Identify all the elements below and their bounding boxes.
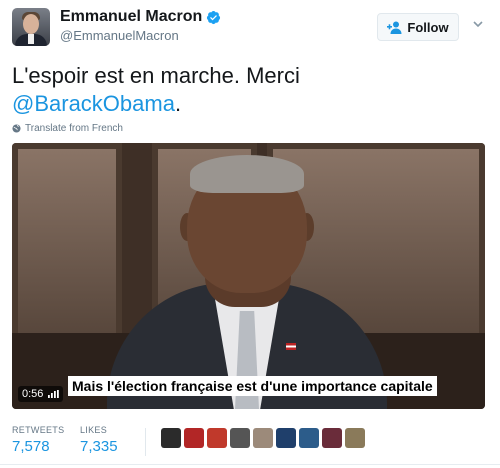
liker-avatar[interactable] (230, 428, 250, 448)
retweets-label: RETWEETS (12, 425, 65, 435)
tweet-text-end: . (174, 91, 182, 116)
stats-divider (145, 428, 146, 456)
liker-avatar[interactable] (184, 428, 204, 448)
follow-button-label: Follow (407, 19, 449, 35)
tweet-text-line: L'espoir est en marche. Merci (12, 63, 300, 88)
mention-link[interactable]: @BarackObama (12, 91, 175, 116)
chevron-down-icon[interactable] (472, 18, 484, 30)
add-user-icon (387, 21, 402, 34)
liker-avatar[interactable] (253, 428, 273, 448)
likes-label: LIKES (80, 425, 108, 435)
bottom-divider (0, 464, 500, 465)
video-player[interactable]: 0:56 Mais l'élection française est d'une… (12, 143, 485, 409)
liker-avatar[interactable] (276, 428, 296, 448)
retweets-count: 7,578 (12, 438, 50, 455)
liker-avatar[interactable] (322, 428, 342, 448)
likes-count: 7,335 (80, 438, 118, 455)
author-display-name[interactable]: Emmanuel Macron (60, 8, 202, 26)
verified-badge-icon (207, 10, 221, 24)
likes-stat[interactable]: LIKES 7,335 (80, 425, 118, 455)
translate-link[interactable]: Translate from French (12, 123, 123, 134)
liker-avatar[interactable] (207, 428, 227, 448)
video-subtitle: Mais l'élection française est d'une impo… (68, 376, 437, 396)
translate-label: Translate from French (25, 123, 123, 134)
liker-avatars (161, 428, 365, 448)
retweets-stat[interactable]: RETWEETS 7,578 (12, 425, 64, 455)
liker-avatar[interactable] (299, 428, 319, 448)
liker-avatar[interactable] (345, 428, 365, 448)
author-avatar[interactable] (12, 8, 50, 46)
author-name-row: Emmanuel Macron (60, 8, 221, 26)
globe-icon (12, 124, 21, 133)
video-duration: 0:56 (18, 386, 64, 402)
author-handle[interactable]: @EmmanuelMacron (60, 28, 179, 43)
volume-bars-icon (48, 390, 60, 398)
flag-pin-icon (286, 343, 296, 350)
follow-button[interactable]: Follow (377, 13, 459, 41)
tweet-text: L'espoir est en marche. Merci @BarackOba… (12, 62, 482, 118)
liker-avatar[interactable] (161, 428, 181, 448)
